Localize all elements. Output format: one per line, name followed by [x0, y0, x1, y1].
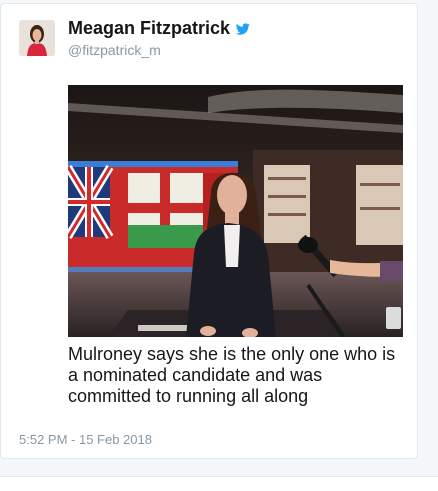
twitter-bird-icon[interactable] [235, 22, 250, 36]
author-display-name[interactable]: Meagan Fitzpatrick [68, 18, 230, 39]
tweet-text: Mulroney says she is the only one who is… [68, 344, 396, 406]
avatar-photo [19, 20, 55, 56]
tv-studio-photo-icon [68, 85, 403, 337]
avatar[interactable] [19, 20, 55, 56]
author-handle[interactable]: @fitzpatrick_m [68, 42, 161, 58]
author-name-row: Meagan Fitzpatrick [68, 18, 250, 39]
tweet-timestamp[interactable]: 5:52 PM - 15 Feb 2018 [19, 432, 152, 447]
next-card-edge [0, 476, 438, 491]
tweet-media-image[interactable] [68, 85, 403, 337]
